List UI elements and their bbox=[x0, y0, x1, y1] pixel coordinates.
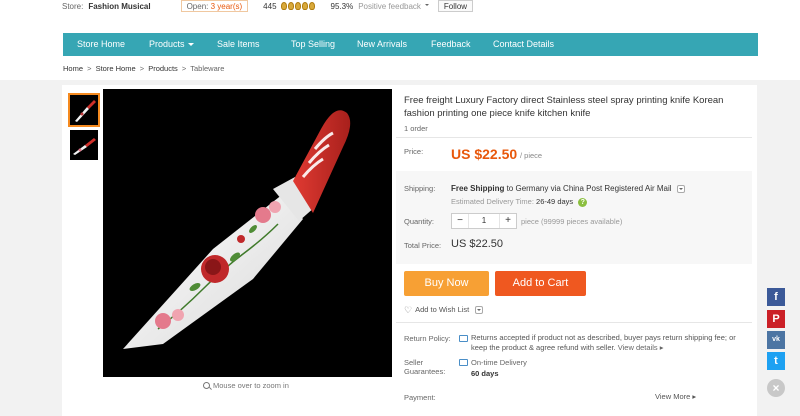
total-price-label: Total Price: bbox=[404, 241, 442, 250]
positive-feedback-dropdown[interactable]: Positive feedback bbox=[358, 2, 430, 11]
quantity-input[interactable]: 1 bbox=[468, 214, 500, 228]
product-main-image[interactable] bbox=[103, 89, 392, 377]
help-icon[interactable]: ? bbox=[578, 197, 588, 207]
quantity-label: Quantity: bbox=[404, 217, 435, 226]
facebook-share-icon[interactable]: f bbox=[767, 288, 785, 306]
nav-feedback[interactable]: Feedback bbox=[431, 33, 471, 56]
nav-top-selling[interactable]: Top Selling bbox=[291, 33, 335, 56]
medal-icon bbox=[280, 2, 287, 10]
thumbnail-1[interactable] bbox=[68, 93, 100, 127]
divider bbox=[396, 322, 752, 323]
chevron-down-icon bbox=[475, 305, 484, 314]
nav-products-label: Products bbox=[149, 39, 185, 49]
caret-down-icon bbox=[187, 43, 194, 47]
add-to-cart-button[interactable]: Add to Cart bbox=[495, 271, 586, 296]
nav-products[interactable]: Products bbox=[149, 33, 194, 56]
store-label: Store: bbox=[62, 1, 84, 11]
store-open-badge: Open: 3 year(s) bbox=[180, 0, 249, 12]
divider bbox=[396, 137, 752, 138]
breadcrumb-products[interactable]: Products bbox=[148, 64, 178, 73]
breadcrumb-separator: > bbox=[87, 64, 92, 73]
store-nav-area: Store Home Products Sale Items Top Selli… bbox=[0, 12, 800, 80]
shipping-method-text: to Germany via China Post Registered Air… bbox=[506, 184, 672, 193]
follow-button[interactable]: Follow bbox=[437, 0, 474, 12]
store-info-bar: Store: Fashion Musical Open: 3 year(s) 4… bbox=[0, 0, 800, 12]
view-more-link[interactable]: View More ▸ bbox=[655, 392, 696, 401]
positive-feedback-label: Positive feedback bbox=[358, 1, 421, 11]
store-nav: Store Home Products Sale Items Top Selli… bbox=[63, 33, 758, 56]
zoom-hint: Mouse over to zoom in bbox=[203, 381, 289, 390]
product-price: US $22.50 bbox=[451, 146, 518, 162]
magnifier-icon bbox=[203, 382, 210, 389]
return-policy-label: Return Policy: bbox=[404, 334, 451, 343]
total-price: US $22.50 bbox=[451, 238, 503, 250]
return-policy-description: Returns accepted if product not as descr… bbox=[471, 333, 736, 352]
shipping-label: Shipping: bbox=[404, 184, 436, 193]
zoom-hint-text: Mouse over to zoom in bbox=[213, 381, 289, 390]
medal-icon bbox=[301, 2, 308, 10]
breadcrumb-separator: > bbox=[139, 64, 145, 73]
free-shipping-text: Free Shipping bbox=[451, 184, 505, 193]
store-name[interactable]: Fashion Musical bbox=[88, 2, 150, 11]
breadcrumb-home[interactable]: Home bbox=[63, 64, 83, 73]
seller-medal-icons bbox=[280, 2, 315, 10]
knife-thumbnail-image bbox=[73, 138, 96, 155]
quantity-decrease-button[interactable]: − bbox=[452, 214, 468, 228]
seller-guarantees-label-1: Seller bbox=[404, 358, 424, 367]
buy-now-button[interactable]: Buy Now bbox=[404, 271, 489, 296]
nav-contact-details[interactable]: Contact Details bbox=[493, 33, 554, 56]
return-policy-text: Returns accepted if product not as descr… bbox=[471, 333, 746, 353]
quantity-increase-button[interactable]: + bbox=[500, 214, 516, 228]
nav-sale-items[interactable]: Sale Items bbox=[217, 33, 260, 56]
nav-new-arrivals[interactable]: New Arrivals bbox=[357, 33, 407, 56]
on-time-delivery-days: 60 days bbox=[471, 369, 499, 378]
on-time-delivery-icon bbox=[459, 359, 468, 366]
thumbnail-2[interactable] bbox=[70, 130, 98, 160]
eta-label: Estimated Delivery Time: bbox=[451, 197, 534, 206]
twitter-share-icon[interactable]: t bbox=[767, 352, 785, 370]
add-to-wish-list[interactable]: ♡ Add to Wish List bbox=[404, 304, 484, 315]
medal-icon bbox=[294, 2, 301, 10]
breadcrumb-separator: > bbox=[181, 64, 187, 73]
pinterest-share-icon[interactable]: P bbox=[767, 310, 785, 328]
chevron-down-icon bbox=[676, 184, 685, 193]
breadcrumb-store-home[interactable]: Store Home bbox=[96, 64, 136, 73]
knife-thumbnail-image bbox=[75, 100, 96, 122]
payment-label: Payment: bbox=[404, 393, 436, 402]
nav-store-home[interactable]: Store Home bbox=[77, 33, 125, 56]
product-title: Free freight Luxury Factory direct Stain… bbox=[404, 95, 724, 119]
return-policy-icon bbox=[459, 335, 468, 342]
price-unit: / piece bbox=[520, 151, 543, 160]
eta-days: 26-49 days bbox=[536, 197, 574, 206]
feedback-percent: 95.3% bbox=[330, 1, 354, 11]
chevron-down-icon bbox=[424, 2, 430, 10]
availability-text: piece (99999 pieces available) bbox=[521, 217, 623, 226]
vk-share-icon[interactable]: vk bbox=[767, 331, 785, 349]
view-details-link[interactable]: View details ▸ bbox=[618, 343, 664, 352]
order-count: 1 order bbox=[404, 124, 428, 133]
close-icon[interactable]: × bbox=[767, 379, 785, 397]
wish-list-label: Add to Wish List bbox=[415, 305, 470, 314]
open-label: Open: bbox=[186, 2, 209, 11]
estimated-delivery: Estimated Delivery Time: 26-49 days ? bbox=[451, 197, 588, 207]
shipping-info[interactable]: Free Shipping to Germany via China Post … bbox=[451, 184, 685, 193]
medal-icon bbox=[308, 2, 315, 10]
quantity-stepper: − 1 + bbox=[451, 213, 517, 229]
medal-icon bbox=[287, 2, 294, 10]
breadcrumb-tableware[interactable]: Tableware bbox=[190, 64, 224, 73]
feedback-count: 445 bbox=[263, 1, 277, 11]
breadcrumb: Home > Store Home > Products > Tableware bbox=[63, 64, 224, 73]
on-time-delivery-label: On-time Delivery bbox=[471, 358, 527, 367]
open-years: 3 year(s) bbox=[210, 2, 243, 11]
seller-guarantees-label-2: Guarantees: bbox=[404, 367, 446, 376]
heart-icon: ♡ bbox=[404, 304, 413, 315]
knife-product-image bbox=[123, 110, 351, 349]
price-label: Price: bbox=[404, 147, 424, 156]
